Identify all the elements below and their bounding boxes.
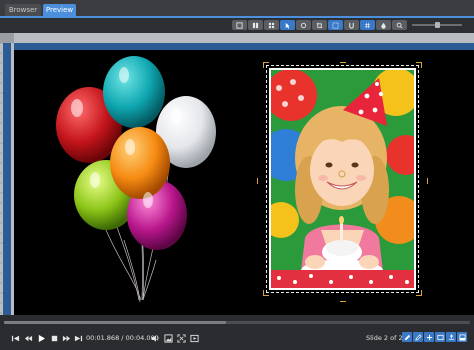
preview-window-icon xyxy=(189,334,199,342)
resize-handle-bottom[interactable] xyxy=(340,296,346,302)
play-button[interactable] xyxy=(36,333,46,343)
dock-icon xyxy=(458,333,466,341)
girl-photo-artwork xyxy=(271,70,414,288)
single-view-icon xyxy=(236,21,243,29)
grid-lines-button[interactable] xyxy=(360,20,375,30)
edit-icon xyxy=(404,334,410,340)
tab-bar: Browser Preview xyxy=(0,0,474,18)
teal-balloon xyxy=(103,56,165,128)
preview-canvas[interactable] xyxy=(14,50,474,315)
resize-handle-left[interactable] xyxy=(257,178,263,184)
grid-lines-icon xyxy=(364,22,371,28)
volume-button[interactable] xyxy=(150,333,160,343)
orange-balloon xyxy=(110,127,170,199)
vertical-ruler-band xyxy=(3,43,11,315)
step-back-button[interactable] xyxy=(23,333,33,343)
slide-button[interactable] xyxy=(435,332,445,342)
step-back-icon xyxy=(24,335,32,341)
add-button[interactable] xyxy=(424,332,434,342)
current-time: 00:01.868 xyxy=(86,334,120,342)
resize-handle-bottom-right[interactable] xyxy=(416,290,422,296)
transition-icon xyxy=(300,22,307,28)
skip-to-end-icon xyxy=(74,335,82,341)
resize-handle-bottom-left[interactable] xyxy=(263,290,269,296)
preview-toolbar xyxy=(0,18,474,32)
object-mode-icon xyxy=(285,22,290,29)
zoom-out-button[interactable] xyxy=(392,20,407,30)
add-icon xyxy=(426,334,432,340)
resize-handle-top-right[interactable] xyxy=(416,62,422,68)
slide-indicator: Slide 2 of 2 xyxy=(366,334,403,342)
grid-2-icon xyxy=(252,22,259,28)
zoom-out-icon xyxy=(396,22,403,28)
skip-to-start-icon xyxy=(11,335,19,341)
transition-button[interactable] xyxy=(296,20,311,30)
slide-icon xyxy=(436,334,444,340)
zoom-slider[interactable] xyxy=(412,22,462,28)
girl-photo[interactable] xyxy=(269,68,416,290)
skip-to-start-button[interactable] xyxy=(10,333,20,343)
preview-window-button[interactable] xyxy=(189,333,199,343)
fullscreen-icon xyxy=(176,333,186,343)
horizontal-ruler[interactable] xyxy=(14,33,474,43)
crop-button[interactable] xyxy=(312,20,327,30)
grid-2-button[interactable] xyxy=(248,20,263,30)
snapshot-icon xyxy=(163,333,173,343)
stop-button[interactable] xyxy=(49,333,59,343)
object-mode-button[interactable] xyxy=(280,20,295,30)
single-view-button[interactable] xyxy=(232,20,247,30)
play-icon xyxy=(38,334,45,342)
edit-alt-icon xyxy=(414,333,422,341)
grid-4-button[interactable] xyxy=(264,20,279,30)
balloons-image[interactable] xyxy=(44,50,264,315)
safe-area-button[interactable] xyxy=(328,20,343,30)
export-icon xyxy=(448,333,454,340)
drop-button[interactable] xyxy=(376,20,391,30)
safe-area-icon xyxy=(332,21,339,29)
step-forward-button[interactable] xyxy=(61,333,71,343)
stop-icon xyxy=(51,335,57,341)
time-separator: / xyxy=(121,334,124,342)
snap-button[interactable] xyxy=(344,20,359,30)
edit-alt-button[interactable] xyxy=(413,332,423,342)
volume-icon xyxy=(151,334,158,342)
slideshow-editor-window: Browser Preview 00:01.868 / 00:04.000 Sl… xyxy=(0,0,474,350)
snap-icon xyxy=(349,22,354,29)
zoom-slider-knob[interactable] xyxy=(434,22,440,28)
playback-bar: 00:01.868 / 00:04.000 Slide 2 of 2 xyxy=(0,315,474,350)
crop-icon xyxy=(316,22,323,28)
step-forward-icon xyxy=(62,335,70,341)
horizontal-ruler-band xyxy=(14,43,474,50)
timeline-progress xyxy=(4,321,226,324)
export-button[interactable] xyxy=(446,332,456,342)
timecode: 00:01.868 / 00:04.000 xyxy=(86,333,159,343)
snapshot-button[interactable] xyxy=(163,333,173,343)
ruler-corner xyxy=(0,33,14,43)
timeline-scrubber[interactable] xyxy=(4,321,470,324)
grid-4-icon xyxy=(268,22,275,28)
drop-icon xyxy=(381,22,386,29)
dock-button[interactable] xyxy=(457,332,467,342)
resize-handle-right[interactable] xyxy=(422,178,428,184)
skip-to-end-button[interactable] xyxy=(73,333,83,343)
edit-button[interactable] xyxy=(402,332,412,342)
fullscreen-button[interactable] xyxy=(176,333,186,343)
